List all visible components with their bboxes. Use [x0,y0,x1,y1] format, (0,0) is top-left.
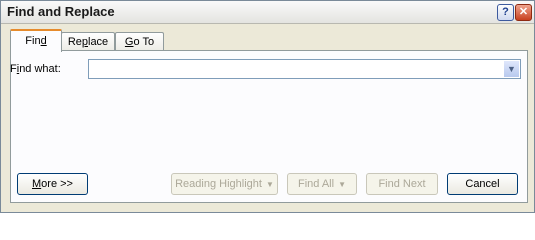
find-what-combobox[interactable]: ▼ [88,59,521,79]
title-bar[interactable]: Find and Replace ? ✕ [1,1,534,24]
help-button[interactable]: ? [497,4,514,21]
window-title: Find and Replace [7,4,115,19]
find-all-button[interactable]: Find All ▼ [287,173,357,195]
more-button[interactable]: More >> [17,173,88,195]
dropdown-arrow-icon: ▼ [265,180,274,189]
find-next-button[interactable]: Find Next [366,173,438,195]
reading-highlight-button[interactable]: Reading Highlight ▼ [171,173,278,195]
find-what-label: Find what: [10,63,61,75]
close-button[interactable]: ✕ [515,4,532,21]
tab-replace[interactable]: Replace [61,32,115,51]
tab-go-to[interactable]: Go To [115,32,164,51]
find-replace-dialog: Find and Replace ? ✕ Find Replace Go To … [0,0,535,213]
chevron-down-icon[interactable]: ▼ [504,61,519,77]
dropdown-arrow-icon: ▼ [338,180,346,189]
tab-find[interactable]: Find [10,29,62,52]
cancel-button[interactable]: Cancel [447,173,518,195]
